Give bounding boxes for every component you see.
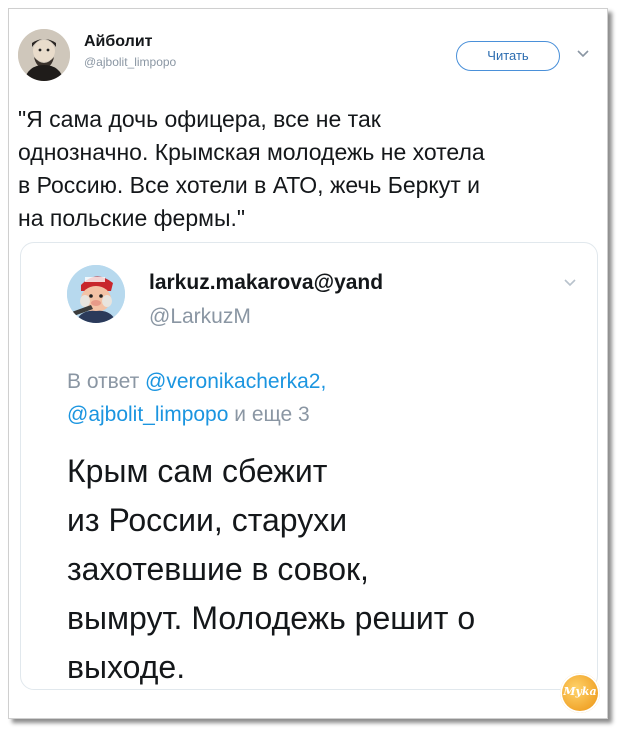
quoted-text-line: захотевшие в совок, — [67, 551, 369, 587]
tweet-text: "Я сама дочь офицера, все не так однозна… — [18, 106, 485, 231]
quoted-text-line: выходе. — [67, 649, 186, 685]
chevron-down-icon[interactable] — [563, 277, 577, 289]
reply-context: В ответ @veronikacherka2, @ajbolit_limpo… — [67, 365, 587, 431]
mention-link[interactable]: @veronikacherka2, — [145, 370, 326, 393]
portrait-icon — [18, 29, 70, 81]
quoted-author-handle[interactable]: @LarkuzM — [149, 305, 251, 329]
mention-link[interactable]: @ajbolit_limpopo — [67, 403, 228, 426]
quoted-text-line: из России, старухи — [67, 502, 348, 538]
author-handle[interactable]: @ajbolit_limpopo — [84, 55, 176, 69]
quoted-tweet[interactable]: larkuz.makarova@yand @LarkuzM В ответ @v… — [20, 242, 598, 690]
quoted-text-line: Крым сам сбежит — [67, 453, 328, 489]
cartoon-avatar-icon — [67, 265, 125, 323]
quoted-author-avatar[interactable] — [67, 265, 125, 323]
follow-button[interactable]: Читать — [456, 41, 560, 71]
chevron-down-icon[interactable] — [576, 48, 590, 60]
quoted-tweet-text: Крым сам сбежит из России, старухи захотев… — [67, 447, 587, 692]
author-avatar[interactable] — [18, 29, 70, 81]
quoted-text-line: вымрут. Молодежь решит о — [67, 600, 476, 636]
quoted-author-name[interactable]: larkuz.makarova@yand — [149, 271, 383, 295]
author-name[interactable]: Айболит — [84, 33, 152, 51]
reply-suffix: и еще 3 — [228, 403, 310, 426]
reply-prefix: В ответ — [67, 370, 146, 393]
watermark-text: Myka — [563, 685, 597, 698]
watermark-logo: Myka — [560, 673, 600, 713]
